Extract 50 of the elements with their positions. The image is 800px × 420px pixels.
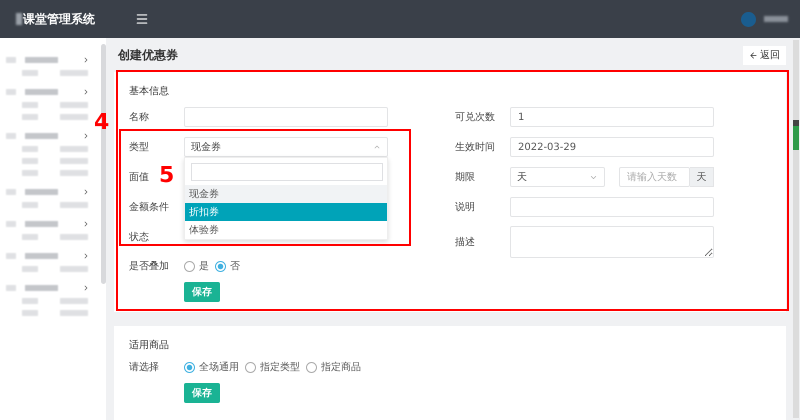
type-select[interactable]: 现金券 [184,137,388,157]
dropdown-option[interactable]: 现金券 [185,185,387,203]
radio-option[interactable]: 指定商品 [306,360,361,374]
field-label: 是否叠加 [129,260,169,273]
chevron-icon [82,252,90,260]
text-field[interactable]: 2022-03-29 [510,137,714,157]
annotation-number: 4 [94,112,110,134]
field-label: 描述 [455,236,475,249]
field-label: 金额条件 [129,200,169,214]
unit-select[interactable]: 天 [510,167,605,187]
radio-option[interactable]: 指定类型 [245,360,300,374]
search-field[interactable] [191,163,383,181]
menu-icon[interactable] [135,12,149,26]
avatar-icon[interactable] [741,12,756,26]
annotation-number: 5 [159,165,174,187]
text-field[interactable] [184,107,388,127]
radio-option[interactable]: 否 [215,259,240,273]
field-label: 类型 [129,140,149,154]
dropdown-option[interactable]: 体验券 [185,221,387,239]
chevron-icon [82,132,90,140]
text-field[interactable] [510,197,714,217]
chevron-icon [82,56,90,64]
chevron-icon [82,220,90,228]
scrollbar[interactable] [793,40,799,418]
back-button[interactable]: 返回 [743,46,786,64]
page-title: 创建优惠券 [118,46,178,64]
field-label: 生效时间 [455,140,495,154]
user-name[interactable] [764,16,788,22]
field-label: 状态 [129,230,149,244]
app-title: 课堂管理系统 [23,10,95,28]
section-title: 适用商品 [129,338,170,352]
description-field[interactable] [510,226,714,258]
arrow-icon [749,50,758,60]
chevron-icon [82,188,90,196]
section-title: 基本信息 [129,84,170,98]
field-label: 请选择 [129,360,159,374]
field-label: 可兑次数 [455,110,495,124]
field-label: 期限 [455,170,475,184]
radio-option[interactable]: 全场通用 [184,360,239,374]
field-label: 名称 [129,111,149,124]
field-label: 说明 [455,201,475,214]
caret-icon [373,143,381,151]
field-label: 面值 [129,171,149,184]
text-field[interactable]: 1 [510,107,714,127]
chevron-icon [82,88,90,96]
chevron-icon [82,284,90,292]
unit-addon: 天 [690,167,714,187]
logo-icon [16,13,22,25]
radio-option[interactable]: 是 [184,259,209,273]
days-field[interactable]: 请输入天数 [619,167,690,187]
